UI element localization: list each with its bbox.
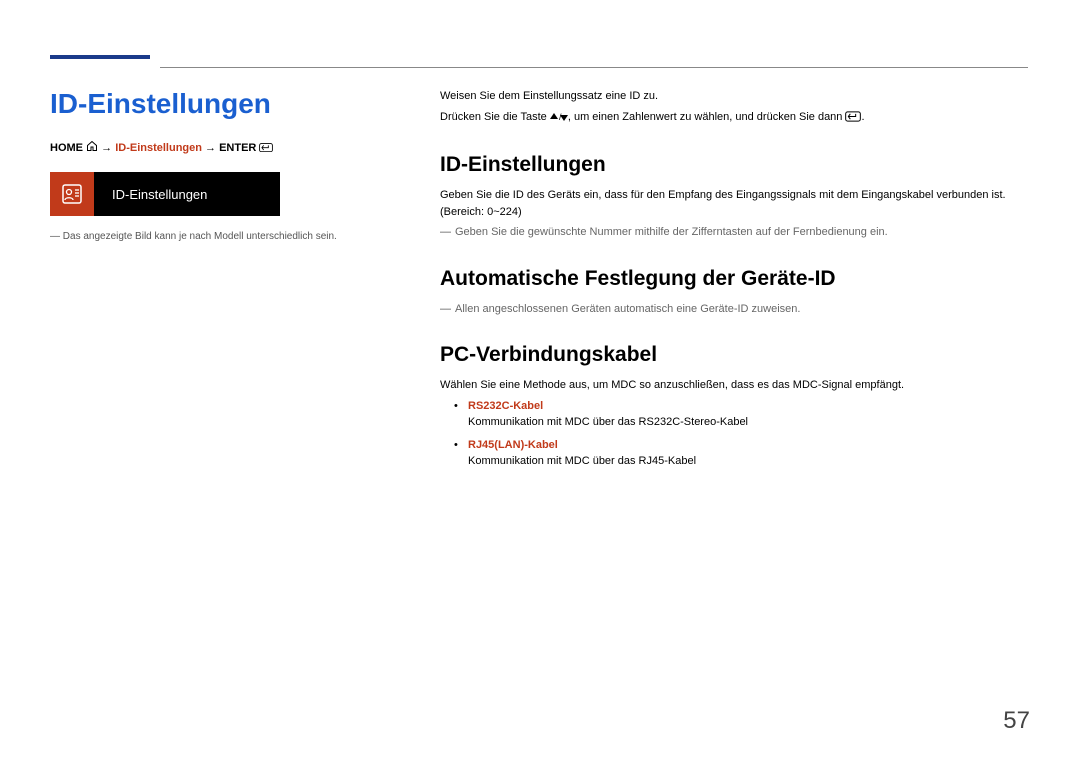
- section-heading-auto: Automatische Festlegung der Geräte-ID: [440, 267, 1030, 291]
- breadcrumb-current: ID-Einstellungen: [115, 142, 202, 154]
- breadcrumb: HOME → ID-Einstellungen → ENTER: [50, 140, 400, 154]
- breadcrumb-home: HOME: [50, 142, 83, 154]
- section-auto-note: Allen angeschlossenen Geräten automatisc…: [440, 301, 1030, 318]
- section-id-para: Geben Sie die ID des Geräts ein, dass fü…: [440, 187, 1030, 220]
- cable-desc: Kommunikation mit MDC über das RS232C-St…: [468, 416, 748, 428]
- menu-screenshot: ID-Einstellungen: [50, 172, 280, 216]
- menu-screenshot-label: ID-Einstellungen: [94, 187, 207, 202]
- intro-line-1: Weisen Sie dem Einstellungssatz eine ID …: [440, 88, 1030, 105]
- intro-line-2: Drücken Sie die Taste /, um einen Zahlen…: [440, 109, 1030, 128]
- section-pc-para: Wählen Sie eine Methode aus, um MDC so a…: [440, 377, 1030, 394]
- enter-icon-inline: [845, 111, 861, 128]
- cable-list: RS232C-Kabel Kommunikation mit MDC über …: [440, 398, 1030, 470]
- section-heading-pc: PC-Verbindungskabel: [440, 343, 1030, 367]
- enter-icon: [259, 143, 273, 154]
- cable-title: RJ45(LAN)-Kabel: [468, 437, 1030, 454]
- divider: [160, 67, 1028, 68]
- right-column: Weisen Sie dem Einstellungssatz eine ID …: [440, 88, 1030, 476]
- breadcrumb-enter: ENTER: [219, 142, 256, 154]
- list-item: RS232C-Kabel Kommunikation mit MDC über …: [440, 398, 1030, 431]
- screenshot-footnote: Das angezeigte Bild kann je nach Modell …: [50, 230, 400, 244]
- cable-title: RS232C-Kabel: [468, 398, 1030, 415]
- page-title: ID-Einstellungen: [50, 88, 400, 120]
- cable-desc: Kommunikation mit MDC über das RJ45-Kabe…: [468, 455, 696, 467]
- left-column: ID-Einstellungen HOME → ID-Einstellungen…: [50, 88, 400, 476]
- id-settings-icon: [50, 172, 94, 216]
- up-down-icon: /: [550, 111, 568, 128]
- home-icon: [86, 140, 98, 151]
- page-number: 57: [1003, 707, 1030, 735]
- intro-text-a: Drücken Sie die Taste: [440, 111, 550, 123]
- intro-text-b: , um einen Zahlenwert zu wählen, und drü…: [568, 111, 846, 123]
- section-marker: [50, 55, 150, 59]
- section-id-note: Geben Sie die gewünschte Nummer mithilfe…: [440, 224, 1030, 241]
- section-heading-id: ID-Einstellungen: [440, 153, 1030, 177]
- list-item: RJ45(LAN)-Kabel Kommunikation mit MDC üb…: [440, 437, 1030, 470]
